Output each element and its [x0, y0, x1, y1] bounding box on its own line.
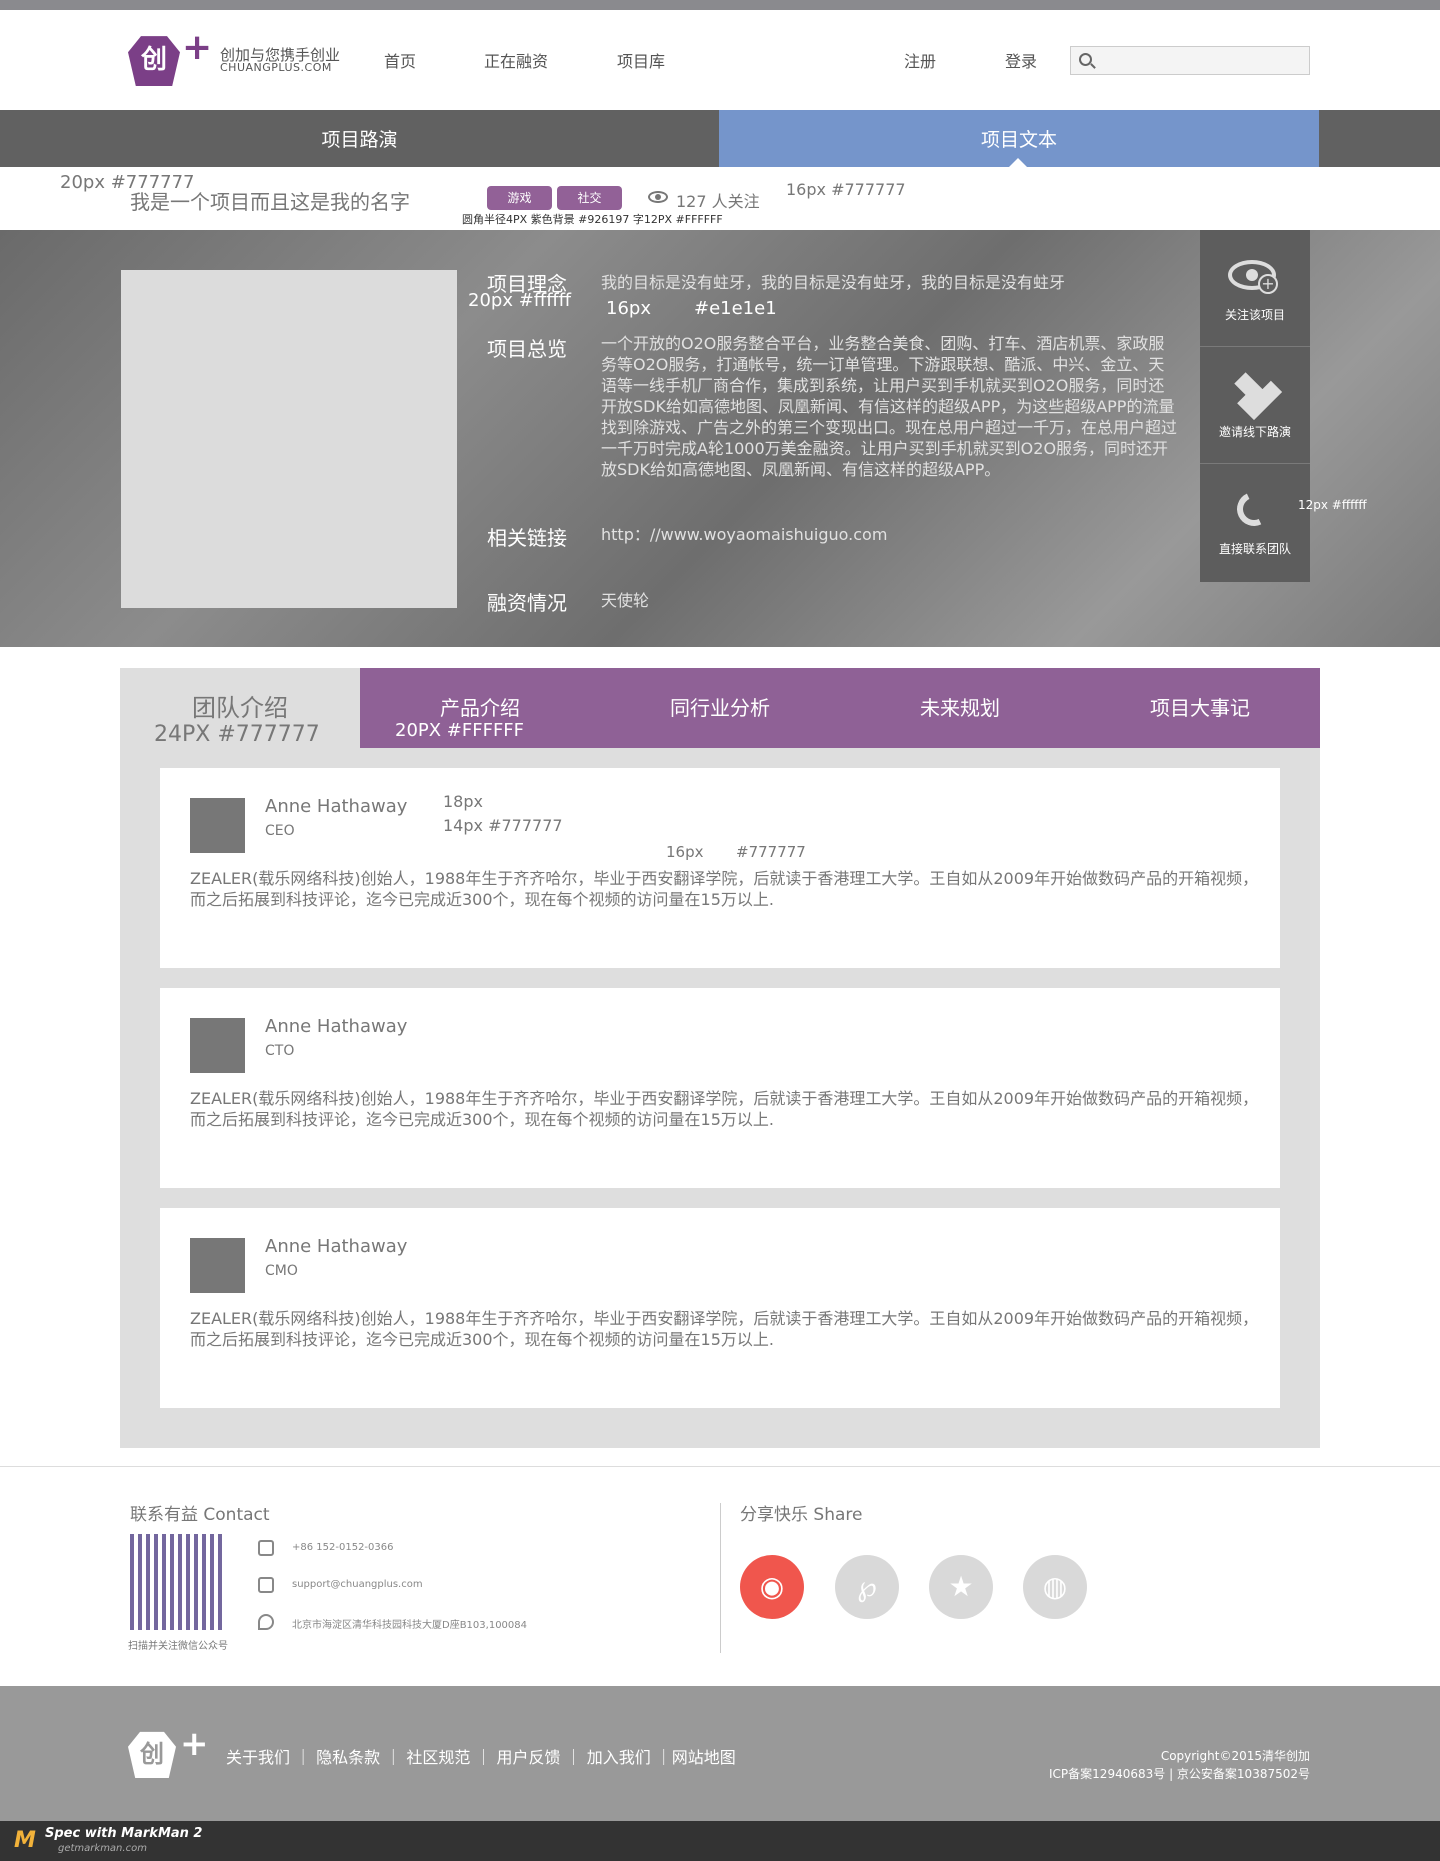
spec-annotation: 20px #777777: [60, 172, 195, 193]
icp-record: ICP备案12940683号 | 京公安备案10387502号: [1049, 1767, 1310, 1781]
markman-logo: M: [14, 1828, 36, 1853]
side-label: 关注该项目: [1224, 308, 1285, 322]
follower-count: 127 人关注: [676, 192, 760, 211]
follow-project-button[interactable]: + 关注该项目: [1200, 230, 1310, 347]
markman-title: Spec with MarkMan 2: [45, 1826, 203, 1841]
copyright: Copyright©2015清华创加: [1160, 1749, 1310, 1763]
member-role: CTO: [265, 1043, 295, 1059]
spec-annotation: 14px #777777: [443, 816, 563, 835]
tab-roadshow[interactable]: 项目路演: [0, 110, 719, 167]
qzone-icon[interactable]: ★: [929, 1555, 993, 1619]
avatar: [190, 1238, 245, 1293]
spec-annotation: 12px #ffffff: [1298, 498, 1367, 512]
weibo-icon[interactable]: ◉: [740, 1555, 804, 1619]
spec-annotation: 20px #ffffff: [468, 290, 571, 311]
login-link[interactable]: 登录: [1005, 48, 1037, 72]
label-funding: 融资情况: [487, 591, 567, 615]
spec-annotation: #777777: [736, 843, 806, 861]
tab-roadmap[interactable]: 未来规划: [840, 668, 1080, 748]
handshake-icon: [1226, 364, 1283, 421]
contact-email[interactable]: support@chuangplus.com: [292, 1579, 423, 1590]
spec-annotation: 24PX #777777: [154, 722, 320, 747]
spec-annotation: 16px: [666, 843, 704, 861]
contact-team-button[interactable]: 直接联系团队: [1200, 464, 1310, 581]
overview-text: 一个开放的O2O服务整合平台，业务整合美食、团购、打车、酒店机票、家政服务等O2…: [601, 334, 1178, 479]
label-link: 相关链接: [487, 526, 567, 550]
member-bio: ZEALER(载乐网络科技)创始人，1988年生于齐齐哈尔，毕业于西安翻译学院，…: [190, 869, 1259, 909]
contact-title: 联系有益 Contact: [130, 1505, 270, 1525]
phone-icon: [258, 1540, 274, 1556]
spec-annotation: 圆角半径4PX 紫色背景 #926197 字12PX #FFFFFF: [462, 213, 723, 226]
markman-bar: [0, 1821, 1440, 1861]
tab-competitors[interactable]: 同行业分析: [600, 668, 840, 748]
qr-caption: 扫描并关注微信公众号: [128, 1641, 228, 1652]
share-title: 分享快乐 Share: [740, 1505, 863, 1525]
member-role: CMO: [265, 1263, 298, 1279]
team-card: Anne Hathaway CTO ZEALER(载乐网络科技)创始人，1988…: [160, 988, 1280, 1188]
avatar: [190, 1018, 245, 1073]
member-name: Anne Hathaway: [265, 1236, 408, 1257]
team-card: Anne Hathaway CMO ZEALER(载乐网络科技)创始人，1988…: [160, 1208, 1280, 1408]
funding-stage: 天使轮: [601, 591, 650, 610]
footer-divider: [720, 1503, 721, 1653]
side-label: 直接联系团队: [1218, 542, 1291, 556]
nav-home[interactable]: 首页: [384, 48, 416, 72]
spec-annotation: 20PX #FFFFFF: [395, 720, 525, 741]
location-icon: [258, 1614, 274, 1630]
idea-text: 我的目标是没有蛀牙，我的目标是没有蛀牙，我的目标是没有蛀牙: [601, 273, 1066, 292]
team-card: Anne Hathaway CEO ZEALER(载乐网络科技)创始人，1988…: [160, 768, 1280, 968]
member-name: Anne Hathaway: [265, 796, 408, 817]
invite-roadshow-button[interactable]: 邀请线下路演: [1200, 347, 1310, 464]
member-name: Anne Hathaway: [265, 1016, 408, 1037]
spec-annotation: 16px: [606, 298, 651, 319]
spec-annotation: 18px: [443, 792, 483, 811]
label-overview: 项目总览: [487, 337, 567, 361]
footer-logo-plus: +: [180, 1724, 209, 1764]
action-sidebar: + 关注该项目 邀请线下路演 直接联系团队: [1200, 230, 1310, 582]
tab-text[interactable]: 项目文本: [719, 110, 1319, 167]
logo-domain: CHUANGPLUS.COM: [220, 61, 332, 74]
nav-projects[interactable]: 项目库: [617, 48, 665, 72]
member-bio: ZEALER(载乐网络科技)创始人，1988年生于齐齐哈尔，毕业于西安翻译学院，…: [190, 1089, 1259, 1129]
member-role: CEO: [265, 823, 295, 839]
tab-milestones[interactable]: 项目大事记: [1080, 668, 1320, 748]
phone-icon: [1232, 487, 1276, 531]
team-section: 团队介绍 产品介绍 同行业分析 未来规划 项目大事记 Anne Hathaway…: [120, 668, 1320, 1448]
eye-icon: [648, 191, 668, 203]
project-image: [121, 270, 457, 608]
tencent-weibo-icon[interactable]: ℘: [835, 1555, 899, 1619]
spec-annotation: 16px #777777: [786, 180, 906, 199]
footer-links[interactable]: 关于我们 ｜ 隐私条款 ｜ 社区规范 ｜ 用户反馈 ｜ 加入我们 ｜网站地图: [226, 1744, 736, 1768]
contact-phone: +86 152-0152-0366: [292, 1542, 394, 1553]
mail-icon: [258, 1577, 274, 1593]
search-input[interactable]: [1070, 46, 1310, 75]
plus-icon: +: [1258, 274, 1278, 294]
search-icon: [1079, 53, 1092, 66]
member-bio: ZEALER(载乐网络科技)创始人，1988年生于齐齐哈尔，毕业于西安翻译学院，…: [190, 1309, 1259, 1349]
tag-game[interactable]: 游戏: [487, 186, 552, 210]
register-link[interactable]: 注册: [904, 48, 936, 72]
logo-plus: +: [182, 27, 213, 68]
wechat-icon[interactable]: ◍: [1023, 1555, 1087, 1619]
markman-site: getmarkman.com: [58, 1843, 147, 1854]
contact-address: 北京市海淀区清华科技园科技大厦D座B103,100084: [292, 1620, 527, 1631]
avatar: [190, 798, 245, 853]
nav-financing[interactable]: 正在融资: [484, 48, 548, 72]
tag-social[interactable]: 社交: [557, 186, 622, 210]
spec-annotation: #e1e1e1: [694, 298, 777, 319]
qr-code: [130, 1534, 226, 1630]
top-strip: [0, 0, 1440, 10]
view-tabs: 项目路演 项目文本: [0, 110, 1440, 167]
side-label: 邀请线下路演: [1218, 425, 1291, 439]
project-link[interactable]: http：//www.woyaomaishuiguo.com: [601, 524, 887, 545]
